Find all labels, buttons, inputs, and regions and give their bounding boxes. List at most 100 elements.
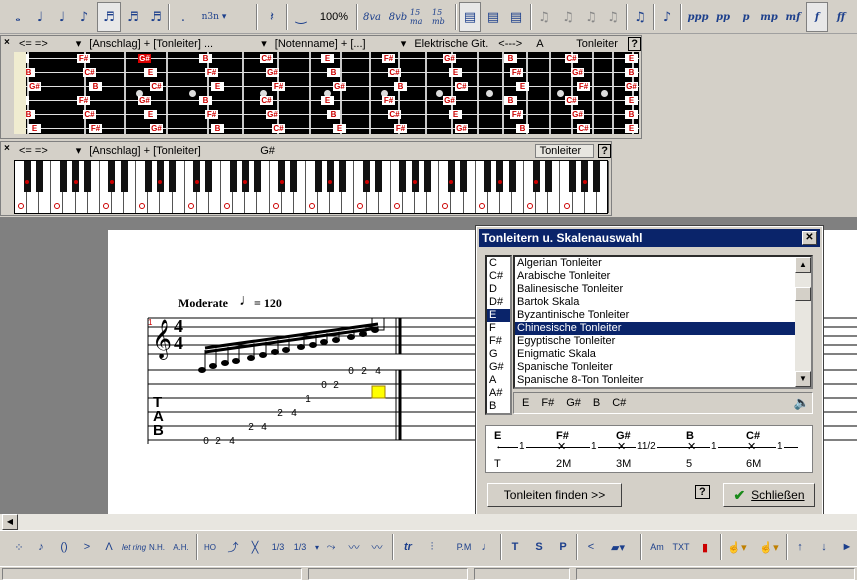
grace-note-button[interactable]: ⁘ [10, 534, 28, 560]
arrow-down-icon[interactable]: ↓ [816, 534, 832, 560]
tab-fret-number[interactable]: 4 [261, 422, 267, 433]
marker-button[interactable]: ▮ [694, 534, 716, 560]
fretboard-note[interactable]: C# [388, 110, 401, 119]
root-list-item[interactable]: B [487, 400, 510, 413]
close-dialog-button[interactable]: ✔ Schließen [723, 483, 815, 507]
instrument-dropdown[interactable]: Elektrische Git. [410, 38, 494, 50]
beam-break-button[interactable]: ♫ [558, 2, 578, 32]
fretboard-note[interactable]: F# [382, 54, 395, 63]
dynamic-mf-button[interactable]: mf [782, 2, 804, 32]
fretboard-note[interactable]: G# [455, 124, 468, 133]
32nd-note-button[interactable]: ♬ [123, 2, 143, 32]
tie-button[interactable]: ‿ [290, 2, 312, 32]
tab-fret-number[interactable]: 0 [203, 436, 209, 447]
rest-button[interactable]: 𝄽 [262, 2, 282, 32]
layout-screen-button[interactable]: ▤ [482, 2, 504, 32]
speaker-icon[interactable]: 🔈 [794, 395, 810, 411]
fretboard-note[interactable]: C# [83, 68, 96, 77]
guitar-fretboard[interactable]: EF#G#BC#EF#G#BC#EBC#EF#G#BC#EF#G#BG#BC#E… [14, 52, 639, 134]
stem-auto-button[interactable]: ♫ [630, 2, 650, 32]
root-list-item[interactable]: D# [487, 296, 510, 309]
black-key[interactable] [156, 161, 164, 192]
vibrato-button[interactable]: ⤳ [322, 534, 340, 560]
tab-fret-number[interactable]: 1 [305, 394, 311, 405]
chevron-down-icon[interactable]: ▾ [72, 144, 86, 157]
root-note[interactable]: G# [256, 145, 534, 157]
scale-button[interactable]: Tonleiter [534, 143, 595, 158]
tab-fret-number[interactable]: 0 [321, 380, 327, 391]
fretboard-note[interactable]: B [211, 124, 224, 133]
fretboard-note[interactable]: F# [272, 82, 285, 91]
fretboard-note[interactable]: F# [382, 96, 395, 105]
fretboard-note[interactable]: E [211, 82, 224, 91]
fretboard-note[interactable]: F# [77, 96, 90, 105]
black-key[interactable] [460, 161, 468, 192]
fretboard-note[interactable]: F# [577, 82, 590, 91]
third-tone-button[interactable]: 1/3 [290, 534, 310, 560]
tab-fret-number[interactable]: 4 [291, 408, 297, 419]
scroll-thumb[interactable] [795, 287, 811, 301]
black-key[interactable] [72, 161, 80, 192]
trill-button[interactable]: tr [398, 534, 418, 560]
black-key[interactable] [569, 161, 577, 192]
fretboard-note[interactable]: F# [205, 68, 218, 77]
text-button[interactable]: TXT [670, 534, 692, 560]
fretboard-note[interactable]: C# [150, 82, 163, 91]
black-key[interactable] [290, 161, 298, 192]
root-list-item[interactable]: A# [487, 387, 510, 400]
black-key[interactable] [23, 161, 31, 192]
root-list-item[interactable]: G# [487, 361, 510, 374]
tab-fret-number[interactable]: 0 [348, 366, 354, 377]
scale-list-item[interactable]: Enigmatic Skala [515, 348, 795, 361]
black-key[interactable] [447, 161, 455, 192]
fretboard-note[interactable]: C# [455, 82, 468, 91]
black-key[interactable] [593, 161, 601, 192]
whole-note-button[interactable]: 𝅝 [8, 2, 28, 32]
scale-button[interactable]: Tonleiter [572, 38, 628, 50]
black-key[interactable] [169, 161, 177, 192]
half-note-button[interactable]: ♩ [30, 2, 50, 32]
name-mode-dropdown[interactable]: [Notenname] + [...] [271, 38, 397, 50]
accent-button[interactable]: > [78, 534, 96, 560]
range-button[interactable]: <---> [494, 38, 532, 50]
fretboard-note[interactable]: G# [28, 82, 41, 91]
fretboard-note[interactable]: E [625, 54, 638, 63]
dynamic-mp-button[interactable]: mp [758, 2, 780, 32]
help-button[interactable]: ? [628, 36, 642, 51]
fretboard-note[interactable]: E [625, 124, 638, 133]
dynamic-pp-button[interactable]: pp [712, 2, 734, 32]
fretboard-note[interactable]: B [89, 82, 102, 91]
stroke-up-button[interactable]: ☝▾ [756, 534, 782, 560]
fretboard-note[interactable]: E [449, 68, 462, 77]
fretboard-note[interactable]: F# [510, 110, 523, 119]
black-key[interactable] [423, 161, 431, 192]
help-button[interactable]: ? [598, 143, 611, 158]
fade-button[interactable]: < [582, 534, 600, 560]
slide-button[interactable]: ╳ [246, 534, 264, 560]
sixteenth-note-button[interactable]: ♬ [97, 2, 121, 32]
root-list-item[interactable]: F# [487, 335, 510, 348]
fretboard-note[interactable]: G# [571, 110, 584, 119]
fretboard-note[interactable]: B [504, 96, 517, 105]
mode-dropdown[interactable]: [Anschlag] + [Tonleiter] ... [85, 38, 257, 50]
fretboard-note[interactable]: F# [77, 54, 90, 63]
beam-group-button[interactable]: ♫ [603, 2, 623, 32]
quarter-tone-button[interactable]: 1/3 [268, 534, 288, 560]
scale-list-item[interactable]: Spanische Tonleiter [515, 361, 795, 374]
beam-join-button[interactable]: ♫ [581, 2, 601, 32]
scroll-down-arrow[interactable]: ▼ [795, 371, 811, 387]
wavy-button[interactable]: 〰 [366, 534, 388, 560]
black-key[interactable] [144, 161, 152, 192]
8vb-button[interactable]: 8vb [386, 2, 410, 32]
black-key[interactable] [484, 161, 492, 192]
nav-arrows[interactable]: <= => [15, 145, 52, 157]
fretboard-note[interactable]: B [394, 82, 407, 91]
fretboard-note[interactable]: C# [388, 68, 401, 77]
slap-button[interactable]: S [530, 534, 548, 560]
black-key[interactable] [241, 161, 249, 192]
staccato-button[interactable]: ♩ [478, 534, 496, 560]
fretboard-note[interactable]: G# [571, 68, 584, 77]
root-list-item[interactable]: G [487, 348, 510, 361]
find-scales-button[interactable]: Tonleiten finden >> [487, 483, 622, 507]
fretboard-note[interactable]: B [327, 110, 340, 119]
